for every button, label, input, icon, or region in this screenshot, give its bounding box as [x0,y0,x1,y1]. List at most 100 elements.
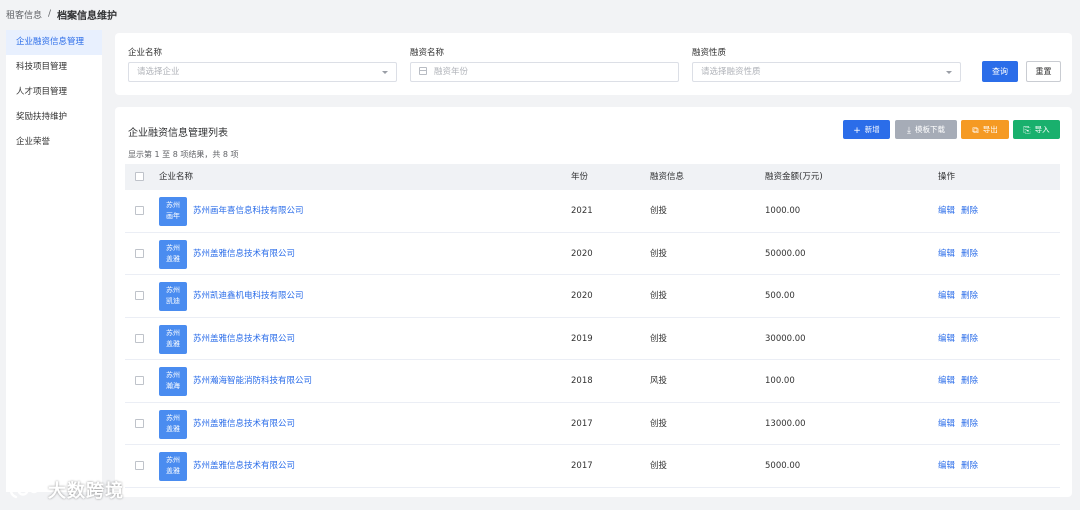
info-cell: 创投 [650,248,668,259]
company-logo: 苏州 画年 [159,197,187,226]
amount-cell: 50000.00 [765,248,806,259]
name-filter-label: 融资名称 [410,48,445,58]
logo-line-1: 苏州 [166,201,180,209]
company-name-link[interactable]: 苏州画年喜信息科技有限公司 [193,190,304,232]
delete-link[interactable]: 删除 [961,318,978,360]
row-checkbox[interactable] [135,418,144,428]
watermark-logo-icon [9,481,42,499]
row-checkbox[interactable] [135,461,144,470]
breadcrumb-parent[interactable]: 租客信息 [6,8,42,21]
select-all-checkbox[interactable] [135,172,144,181]
logo-line-2: 盖雅 [166,467,180,475]
year-cell: 2020 [571,291,593,301]
delete-link[interactable]: 删除 [961,360,978,402]
delete-link[interactable]: 删除 [961,190,978,232]
year-cell: 2020 [571,248,593,259]
delete-link[interactable]: 删除 [961,233,978,275]
chevron-down-icon [382,71,388,74]
column-amount: 融资金额(万元) [765,172,823,182]
filter-panel: 企业名称 请选择企业 融资名称 融资年份 融资性质 请选择融资性质 查询 重置 [115,33,1072,95]
import-button[interactable]: ⎘ 导入 [1013,120,1060,139]
column-year: 年份 [571,172,589,182]
table-row: 苏州 瀚海 苏州瀚海智能消防科技有限公司 2018 风投 100.00 编辑 删除 [125,360,1060,403]
amount-cell: 1000.00 [765,206,801,216]
info-cell: 风投 [650,376,668,386]
logo-line-1: 苏州 [166,456,180,464]
row-checkbox[interactable] [135,248,144,258]
logo-line-2: 盖雅 [166,339,180,348]
company-logo: 苏州 盖雅 [159,239,187,269]
add-button-label: 新增 [864,125,880,134]
info-cell: 创投 [650,418,668,429]
year-cell: 2019 [571,333,593,344]
table-header: 企业名称 年份 融资信息 融资金额(万元) 操作 [125,164,1060,190]
company-logo: 苏州 盖雅 [159,324,187,354]
sidebar-item-financing[interactable]: 企业融资信息管理 [6,30,102,55]
download-icon: ⤓ [907,126,911,136]
row-checkbox[interactable] [135,376,144,385]
plus-icon: + [853,126,861,136]
edit-link[interactable]: 编辑 [938,403,955,445]
import-icon: ⎘ [1023,126,1031,136]
table-row: 苏州 盖雅 苏州盖雅信息技术有限公司 2019 创投 30000.00 编辑 删除 [125,318,1060,360]
company-name-link[interactable]: 苏州盖雅信息技术有限公司 [193,318,295,360]
calendar-icon [419,67,427,75]
year-cell: 2018 [571,376,593,386]
edit-link[interactable]: 编辑 [938,275,955,317]
company-name-link[interactable]: 苏州瀚海智能消防科技有限公司 [193,360,312,402]
nature-select[interactable]: 请选择融资性质 [692,62,961,82]
watermark: 大数跨境 [8,476,124,504]
edit-link[interactable]: 编辑 [938,190,955,232]
company-name-link[interactable]: 苏州凯迪鑫机电科技有限公司 [193,275,304,317]
info-cell: 创投 [650,206,668,216]
sidebar-item-tech-projects[interactable]: 科技项目管理 [6,55,102,80]
company-select-placeholder: 请选择企业 [137,67,180,77]
company-logo: 苏州 凯迪 [159,282,187,311]
company-logo: 苏州 盖雅 [159,452,187,481]
export-button-label: 导出 [982,125,998,134]
logo-line-1: 苏州 [166,371,180,379]
delete-link[interactable]: 删除 [961,403,978,445]
query-button[interactable]: 查询 [982,61,1018,82]
company-name-link[interactable]: 苏州盖雅信息技术有限公司 [193,403,295,445]
edit-link[interactable]: 编辑 [938,360,955,402]
template-download-label: 模板下载 [914,125,945,134]
year-picker[interactable]: 融资年份 [410,62,679,82]
add-button[interactable]: + 新增 [843,120,890,139]
edit-link[interactable]: 编辑 [938,233,955,275]
year-cell: 2017 [571,461,593,471]
company-logo: 苏州 瀚海 [159,367,187,396]
delete-link[interactable]: 删除 [961,275,978,317]
amount-cell: 5000.00 [765,461,801,471]
column-company: 企业名称 [159,172,194,182]
info-cell: 创投 [650,461,668,471]
export-icon: ⧉ [972,126,979,136]
nature-select-placeholder: 请选择融资性质 [701,67,761,77]
company-select[interactable]: 请选择企业 [128,62,397,82]
company-name-link[interactable]: 苏州盖雅信息技术有限公司 [193,445,295,487]
row-checkbox[interactable] [135,291,144,300]
logo-line-2: 画年 [166,212,180,220]
logo-line-2: 瀚海 [166,382,180,390]
breadcrumb: 租客信息 / 档案信息维护 [0,0,1080,28]
edit-link[interactable]: 编辑 [938,318,955,360]
edit-link[interactable]: 编辑 [938,445,955,487]
column-ops: 操作 [938,172,956,182]
company-name-link[interactable]: 苏州盖雅信息技术有限公司 [193,233,295,275]
nature-filter-label: 融资性质 [692,48,727,58]
template-download-button[interactable]: ⤓ 模板下载 [895,120,957,139]
sidebar-item-honors[interactable]: 企业荣誉 [6,130,102,155]
row-checkbox[interactable] [135,206,144,215]
import-button-label: 导入 [1034,125,1050,134]
export-button[interactable]: ⧉ 导出 [961,120,1009,139]
row-checkbox[interactable] [135,333,144,343]
year-cell: 2021 [571,206,593,216]
sidebar-item-rewards[interactable]: 奖励扶持维护 [6,105,102,130]
logo-line-2: 凯迪 [166,297,180,305]
logo-line-2: 盖雅 [166,424,180,433]
sidebar-item-talent-projects[interactable]: 人才项目管理 [6,80,102,105]
reset-button[interactable]: 重置 [1026,61,1061,82]
delete-link[interactable]: 删除 [961,445,978,487]
logo-line-1: 苏州 [166,328,180,337]
logo-line-1: 苏州 [166,286,180,294]
